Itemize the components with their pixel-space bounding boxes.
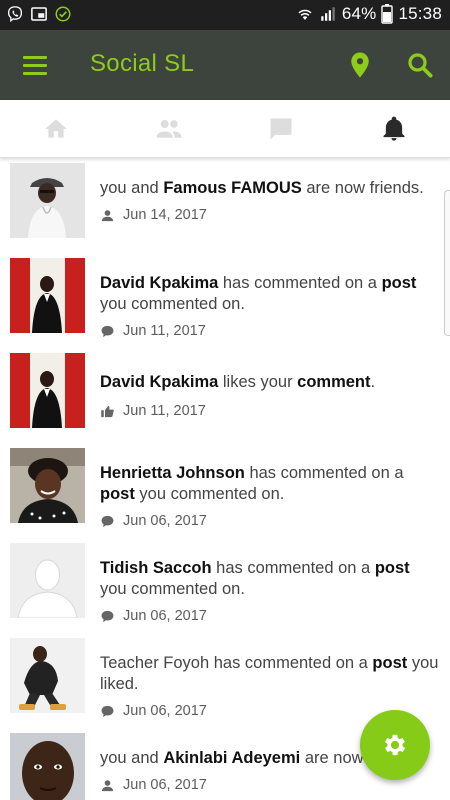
notification-date: Jun 14, 2017: [123, 207, 207, 223]
check-circle-icon: [55, 6, 71, 22]
app-title: Social SL: [90, 50, 195, 77]
wifi-icon: [298, 9, 312, 20]
battery-percent: 64%: [341, 4, 377, 23]
tab-messages[interactable]: [225, 100, 338, 157]
notification-meta: Jun 06, 2017: [100, 703, 207, 719]
tab-notifications[interactable]: [338, 100, 450, 157]
list-item[interactable]: Henrietta Johnson has commented on a pos…: [0, 445, 450, 540]
notification-date: Jun 06, 2017: [123, 608, 207, 624]
person-icon: [101, 209, 114, 221]
status-right: 64% 15:38: [296, 4, 442, 24]
notification-date: Jun 11, 2017: [123, 323, 206, 339]
menu-button[interactable]: [18, 50, 52, 80]
user-name[interactable]: Akinlabi Adeyemi: [163, 749, 300, 767]
notification-meta: Jun 06, 2017: [100, 777, 207, 793]
notification-text: Henrietta Johnson has commented on a pos…: [100, 464, 404, 503]
notification-meta: Jun 06, 2017: [100, 608, 207, 624]
avatar: [10, 543, 85, 618]
chat-icon: [270, 118, 292, 139]
bell-icon: [383, 116, 405, 141]
status-left-icons: [6, 5, 72, 23]
avatar: [10, 163, 85, 238]
tab-home[interactable]: [0, 100, 113, 157]
notification-text: Teacher Foyoh has commented on a post yo…: [100, 654, 439, 693]
picture-in-picture-icon: [31, 7, 47, 21]
post-link[interactable]: post: [382, 274, 417, 292]
notification-date: Jun 06, 2017: [123, 513, 207, 529]
avatar: [10, 733, 85, 800]
tab-friends[interactable]: [113, 100, 226, 157]
settings-fab-button[interactable]: [360, 710, 430, 780]
notification-meta: Jun 11, 2017: [100, 323, 206, 339]
comment-icon: [101, 705, 114, 717]
avatar: [10, 353, 85, 428]
thumbs-up-icon: [101, 405, 114, 417]
user-name[interactable]: Famous FAMOUS: [163, 179, 301, 197]
battery-icon: [381, 4, 394, 24]
avatar: [10, 448, 85, 523]
comment-icon: [101, 325, 114, 337]
user-name[interactable]: Henrietta Johnson: [100, 464, 245, 482]
status-bar: 64% 15:38: [0, 0, 450, 30]
notification-text: David Kpakima likes your comment.: [100, 373, 376, 391]
person-icon: [101, 779, 114, 791]
menu-icon: [23, 55, 47, 59]
post-link[interactable]: post: [372, 654, 407, 672]
list-item[interactable]: David Kpakima has commented on a post yo…: [0, 255, 450, 350]
notification-meta: Jun 06, 2017: [100, 513, 207, 529]
notification-date: Jun 06, 2017: [123, 777, 207, 793]
avatar: [10, 258, 85, 333]
viber-icon: [7, 6, 23, 23]
tab-bar: [0, 100, 450, 158]
notification-list: you and Famous FAMOUS are now friends. J…: [0, 160, 450, 800]
user-name[interactable]: Tidish Saccoh: [100, 559, 212, 577]
comment-icon: [101, 515, 114, 527]
search-icon[interactable]: [405, 50, 435, 80]
list-item[interactable]: Tidish Saccoh has commented on a post yo…: [0, 540, 450, 635]
comment-link[interactable]: comment: [297, 373, 370, 391]
list-item[interactable]: you and Famous FAMOUS are now friends. J…: [0, 160, 450, 255]
notification-meta: Jun 11, 2017: [100, 403, 206, 419]
list-item[interactable]: David Kpakima likes your comment. Jun 11…: [0, 350, 450, 445]
home-icon: [45, 118, 68, 138]
scrollbar-handle[interactable]: [444, 190, 450, 336]
notification-text: you and Famous FAMOUS are now friends.: [100, 179, 424, 197]
user-name[interactable]: David Kpakima: [100, 373, 218, 391]
location-pin-icon[interactable]: [345, 50, 375, 80]
notification-text: David Kpakima has commented on a post yo…: [100, 274, 417, 313]
notification-date: Jun 11, 2017: [123, 403, 206, 419]
notification-date: Jun 06, 2017: [123, 703, 207, 719]
clock: 15:38: [398, 4, 442, 23]
gear-icon: [384, 734, 406, 756]
post-link[interactable]: post: [100, 485, 135, 503]
user-name[interactable]: David Kpakima: [100, 274, 218, 292]
comment-icon: [101, 610, 114, 622]
app-bar: Social SL: [0, 30, 450, 100]
people-icon: [156, 119, 182, 138]
post-link[interactable]: post: [375, 559, 410, 577]
signal-icon: [321, 7, 335, 21]
avatar: [10, 638, 85, 713]
notification-text: Tidish Saccoh has commented on a post yo…: [100, 559, 410, 598]
notification-meta: Jun 14, 2017: [100, 207, 207, 223]
